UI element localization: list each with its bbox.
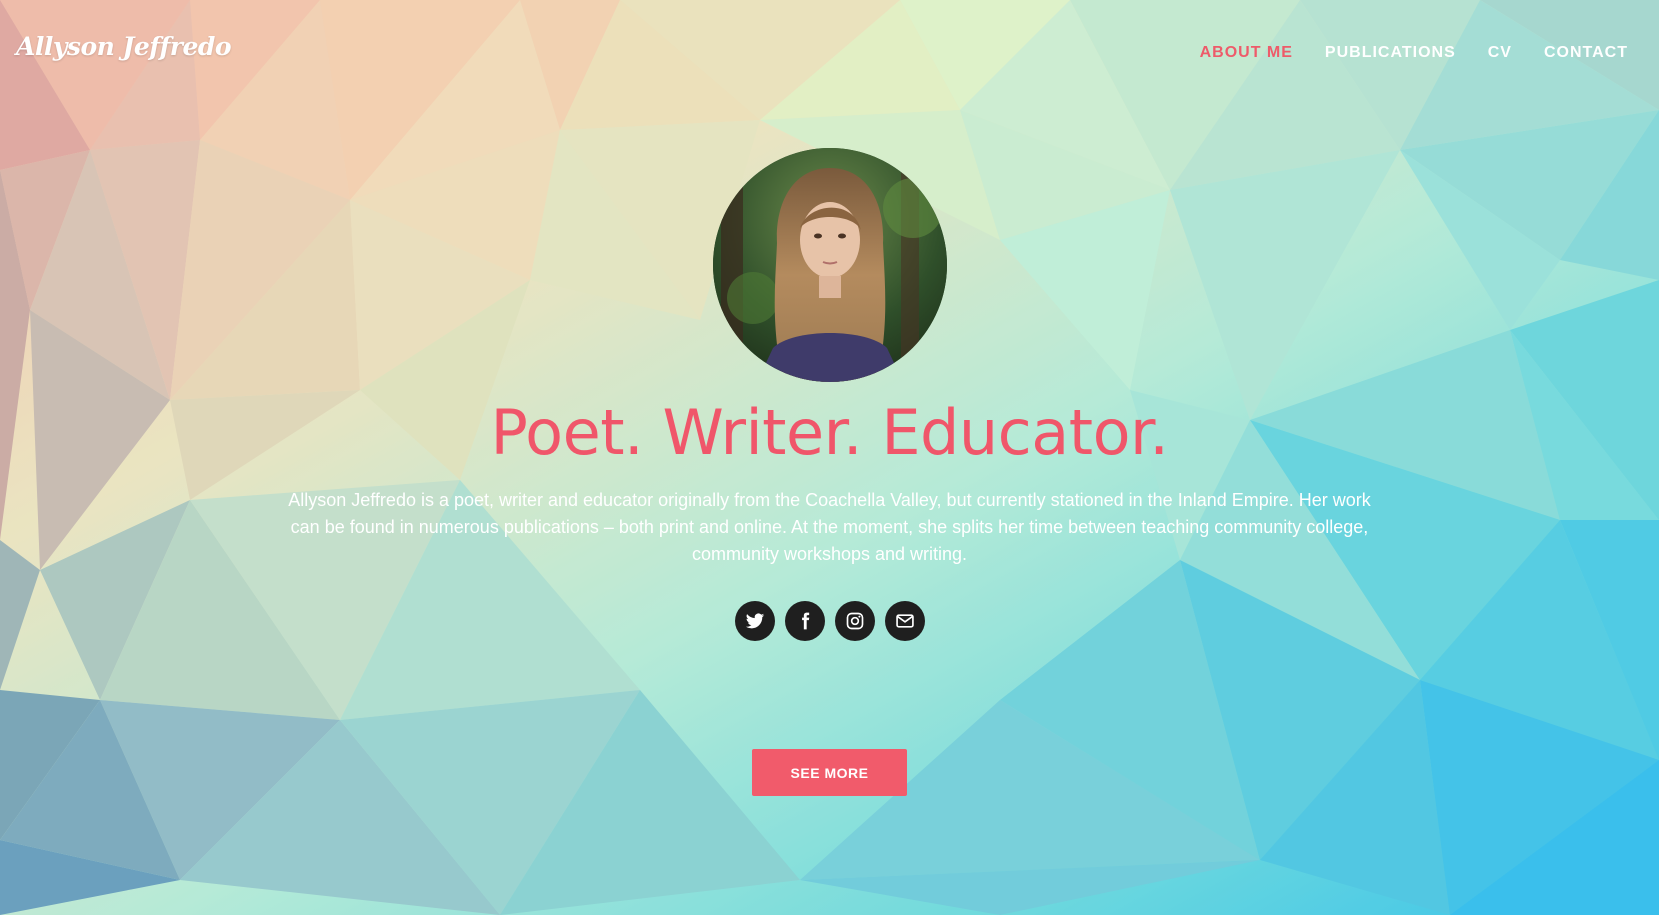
hero-headline: Poet. Writer. Educator. (490, 396, 1169, 469)
nav-about-me[interactable]: ABOUT ME (1200, 44, 1293, 62)
hero-bio: Allyson Jeffredo is a poet, writer and e… (288, 490, 1371, 564)
facebook-icon (801, 612, 809, 630)
main-nav: ABOUT ME PUBLICATIONS CV CONTACT (1200, 44, 1628, 62)
see-more-button[interactable]: SEE MORE (752, 749, 907, 796)
nav-contact[interactable]: CONTACT (1544, 44, 1628, 62)
facebook-button[interactable] (784, 601, 825, 641)
nav-cv[interactable]: CV (1488, 44, 1512, 62)
page: Allyson Jeffredo ABOUT ME PUBLICATIONS C… (0, 0, 1659, 915)
instagram-button[interactable] (834, 601, 875, 641)
social-links (0, 601, 1659, 641)
email-button[interactable] (884, 601, 925, 641)
nav-publications[interactable]: PUBLICATIONS (1325, 44, 1456, 62)
envelope-icon (895, 614, 914, 628)
twitter-icon (745, 613, 764, 629)
brand-logo[interactable]: Allyson Jeffredo (16, 32, 232, 61)
profile-photo (713, 148, 947, 382)
twitter-button[interactable] (734, 601, 775, 641)
instagram-icon (846, 612, 863, 630)
